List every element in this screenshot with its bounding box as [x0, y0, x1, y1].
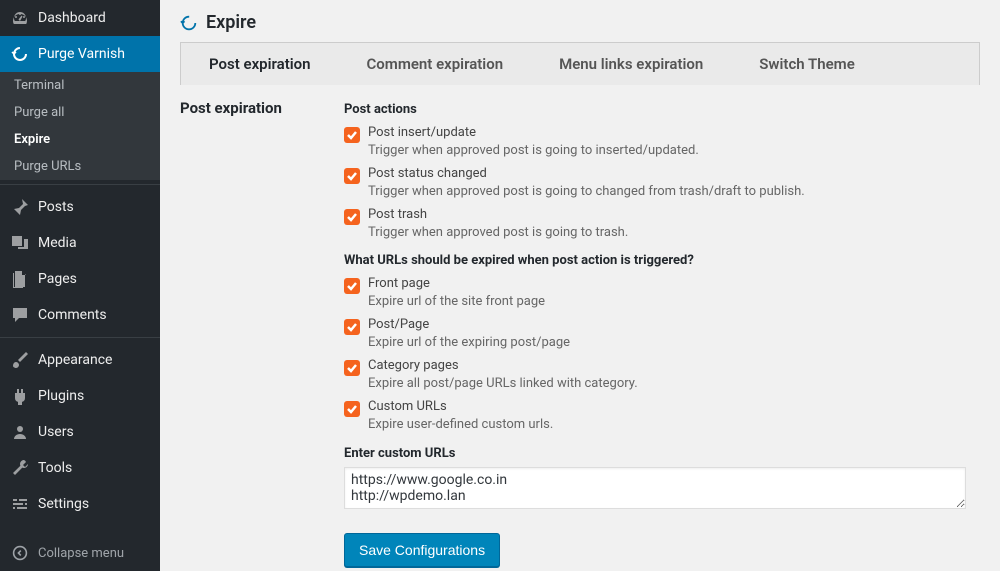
tab-comment-expiration[interactable]: Comment expiration	[339, 43, 532, 85]
wrench-icon	[10, 458, 30, 478]
checkbox-post-status-changed[interactable]	[344, 168, 360, 184]
brush-icon	[10, 350, 30, 370]
option-post-insert-update: Post insert/update Trigger when approved…	[344, 125, 980, 164]
tab-bar: Post expiration Comment expiration Menu …	[180, 42, 980, 85]
option-label: Post status changed	[368, 166, 805, 181]
section-label: Post expiration	[180, 99, 344, 567]
sidebar-item-label: Tools	[38, 460, 72, 476]
sidebar-item-label: Appearance	[38, 352, 112, 368]
sidebar-item-label: Posts	[38, 199, 74, 215]
sidebar-item-tools[interactable]: Tools	[0, 450, 160, 486]
pin-icon	[10, 197, 30, 217]
sidebar-item-label: Purge Varnish	[38, 46, 125, 62]
menu-separator	[0, 333, 160, 338]
sidebar-item-label: Dashboard	[38, 10, 106, 26]
sidebar-item-pages[interactable]: Pages	[0, 261, 160, 297]
tab-post-expiration[interactable]: Post expiration	[181, 43, 339, 85]
checkbox-post-page[interactable]	[344, 319, 360, 335]
media-icon	[10, 233, 30, 253]
submenu-purge-urls[interactable]: Purge URLs	[0, 153, 160, 180]
sidebar-item-dashboard[interactable]: Dashboard	[0, 0, 160, 36]
page-title-row: Expire	[180, 0, 980, 42]
checkbox-front-page[interactable]	[344, 278, 360, 294]
tab-menu-links-expiration[interactable]: Menu links expiration	[531, 43, 731, 85]
group-title-urls: What URLs should be expired when post ac…	[344, 250, 980, 268]
option-category-pages: Category pages Expire all post/page URLs…	[344, 358, 980, 397]
option-label: Category pages	[368, 358, 638, 373]
user-icon	[10, 422, 30, 442]
option-label: Custom URLs	[368, 399, 553, 414]
option-desc: Expire url of the site front page	[368, 294, 545, 309]
option-desc: Trigger when approved post is going to c…	[368, 184, 805, 199]
sidebar-item-label: Pages	[38, 271, 77, 287]
refresh-icon	[10, 44, 30, 64]
sidebar-item-posts[interactable]: Posts	[0, 189, 160, 225]
option-post-page: Post/Page Expire url of the expiring pos…	[344, 317, 980, 356]
sidebar-item-appearance[interactable]: Appearance	[0, 342, 160, 378]
plug-icon	[10, 386, 30, 406]
save-button[interactable]: Save Configurations	[344, 533, 500, 567]
option-desc: Trigger when approved post is going to t…	[368, 225, 628, 240]
option-desc: Expire user-defined custom urls.	[368, 417, 553, 432]
collapse-label: Collapse menu	[38, 546, 124, 561]
option-post-status-changed: Post status changed Trigger when approve…	[344, 166, 980, 205]
main-content: Expire Post expiration Comment expiratio…	[160, 0, 1000, 571]
tab-switch-theme[interactable]: Switch Theme	[731, 43, 882, 85]
sidebar-item-label: Media	[38, 235, 77, 251]
collapse-menu[interactable]: Collapse menu	[0, 535, 160, 571]
custom-urls-textarea[interactable]	[344, 467, 966, 509]
admin-sidebar: Dashboard Purge Varnish Terminal Purge a…	[0, 0, 160, 571]
sidebar-item-comments[interactable]: Comments	[0, 297, 160, 333]
section-body: Post actions Post insert/update Trigger …	[344, 99, 980, 567]
option-label: Post/Page	[368, 317, 570, 332]
sidebar-item-plugins[interactable]: Plugins	[0, 378, 160, 414]
comment-icon	[10, 305, 30, 325]
sidebar-item-label: Users	[38, 424, 74, 440]
sidebar-item-label: Settings	[38, 496, 89, 512]
sidebar-item-label: Plugins	[38, 388, 84, 404]
group-title-post-actions: Post actions	[344, 99, 980, 117]
option-post-trash: Post trash Trigger when approved post is…	[344, 207, 980, 246]
sliders-icon	[10, 494, 30, 514]
sidebar-item-media[interactable]: Media	[0, 225, 160, 261]
refresh-icon	[180, 14, 198, 32]
section-post-expiration: Post expiration Post actions Post insert…	[180, 99, 980, 567]
sidebar-submenu: Terminal Purge all Expire Purge URLs	[0, 72, 160, 180]
submenu-terminal[interactable]: Terminal	[0, 72, 160, 99]
option-label: Post trash	[368, 207, 628, 222]
option-custom-urls: Custom URLs Expire user-defined custom u…	[344, 399, 980, 438]
option-label: Post insert/update	[368, 125, 699, 140]
sidebar-item-label: Comments	[38, 307, 107, 323]
option-desc: Expire url of the expiring post/page	[368, 335, 570, 350]
page-icon	[10, 269, 30, 289]
option-front-page: Front page Expire url of the site front …	[344, 276, 980, 315]
page-title: Expire	[206, 12, 256, 33]
custom-urls-label: Enter custom URLs	[344, 446, 980, 461]
sidebar-item-users[interactable]: Users	[0, 414, 160, 450]
collapse-icon	[10, 543, 30, 563]
submenu-expire[interactable]: Expire	[0, 126, 160, 153]
menu-separator	[0, 180, 160, 185]
option-desc: Expire all post/page URLs linked with ca…	[368, 376, 638, 391]
option-label: Front page	[368, 276, 545, 291]
sidebar-item-settings[interactable]: Settings	[0, 486, 160, 522]
checkbox-category-pages[interactable]	[344, 360, 360, 376]
checkbox-post-insert-update[interactable]	[344, 127, 360, 143]
checkbox-custom-urls[interactable]	[344, 401, 360, 417]
dashboard-icon	[10, 8, 30, 28]
submenu-purge-all[interactable]: Purge all	[0, 99, 160, 126]
checkbox-post-trash[interactable]	[344, 209, 360, 225]
sidebar-item-purge-varnish[interactable]: Purge Varnish	[0, 36, 160, 72]
option-desc: Trigger when approved post is going to i…	[368, 143, 699, 158]
